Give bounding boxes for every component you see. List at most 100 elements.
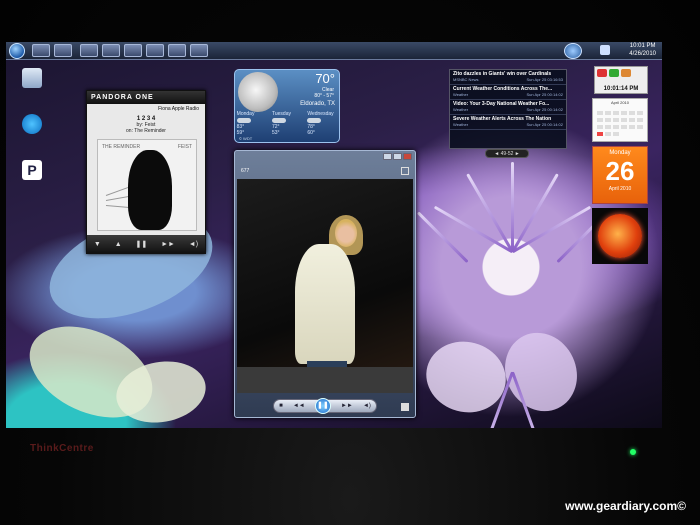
feed-headlines-gadget: Zito dazzles in Giants' win over Cardina… [449,69,567,149]
news-item[interactable]: Zito dazzles in Giants' win over Cardina… [450,70,566,85]
fullscreen-icon[interactable] [401,403,409,411]
news-item[interactable]: Severe Weather Alerts Across The Nation … [450,115,566,130]
previous-icon[interactable]: ◄◄ [293,403,305,409]
quicklaunch-explorer-icon[interactable] [54,44,72,57]
wallpaper-spike [511,173,559,253]
cloud-icon [307,118,322,123]
calendar-cell[interactable] [621,125,627,129]
network-globe-icon[interactable] [564,43,582,59]
moon-icon [238,72,278,112]
next-icon[interactable]: ►► [341,403,353,409]
calendar-cell-today[interactable] [597,132,603,136]
tray-clock[interactable]: 10:01 PM 4/26/2010 [629,42,656,58]
start-button[interactable] [9,43,25,59]
calendar-cell[interactable] [629,125,635,129]
calendar-gadget[interactable]: Monday 26 April 2010 [592,146,648,204]
calendar-cell[interactable] [629,118,635,122]
cloud-icon [236,118,251,123]
volume-icon[interactable]: ◄) [189,241,198,248]
volume-icon[interactable] [600,45,610,55]
calendar-cell[interactable] [637,125,643,129]
thumbs-up-icon[interactable]: ▲ [115,241,122,248]
taskbar-window-button[interactable] [124,44,142,57]
taskbar-window-button[interactable] [168,44,186,57]
taskbar-window-button[interactable] [146,44,164,57]
restart-icon[interactable] [609,69,619,77]
weather-gadget[interactable]: 70° Clear 80° - 57° Eldorado, TX Monday … [234,69,340,143]
tray-date: 4/26/2010 [629,51,656,57]
news-pager[interactable]: ◄ 49-52 ► [485,149,529,158]
mini-calendar-month: April 2010 [610,100,629,105]
taskbar-window-button[interactable] [80,44,98,57]
thumbs-down-icon[interactable]: ▼ [94,241,101,248]
logoff-icon[interactable] [621,69,631,77]
photo-subject-face [335,219,357,247]
wallpaper-spike [416,211,469,264]
news-item[interactable]: Video: Your 3-Day National Weather Fo...… [450,100,566,115]
forecast-lo: 53° [271,130,280,136]
weather-hi-lo: 80° - 57° [314,93,334,99]
calendar-cell[interactable] [605,118,611,122]
sun-gadget[interactable] [592,208,648,264]
calendar-cell[interactable] [629,111,635,115]
calendar-cell[interactable] [613,118,619,122]
clock-gadget[interactable]: 10:01:14 PM [594,66,648,94]
calendar-cell[interactable] [605,125,611,129]
viewer-controls: ■ ◄◄ ❚❚ ►► ◄) [273,398,377,414]
photo-counter: 677 [241,168,250,174]
window-controls [383,153,412,160]
watermark: www.geardiary.com© [565,499,686,513]
monitor-brand-logo: ThinkCentre [30,443,94,454]
album-cover-title: THE REMINDER [102,144,141,150]
calendar-cell[interactable] [597,125,603,129]
clock-time: 10:01:14 PM [603,86,639,92]
calendar-cell[interactable] [597,111,603,115]
desktop: 10:01 PM 4/26/2010 P PANDORA ONE Fiona A… [6,42,662,428]
desktop-icon-pandora[interactable]: P [12,160,52,182]
calendar-cell[interactable] [597,118,603,122]
calendar-cell[interactable] [605,111,611,115]
news-time: Sun Apr 25 00:14:02 [526,92,563,97]
pager-range: 49-52 [500,151,514,157]
volume-icon[interactable]: ◄) [363,403,371,409]
calendar-cell[interactable] [621,118,627,122]
taskbar: 10:01 PM 4/26/2010 [6,42,662,60]
pause-icon[interactable]: ❚❚ [135,240,147,248]
stop-icon[interactable]: ■ [279,403,283,409]
cloud-icon [271,118,286,123]
pandora-station[interactable]: Fiona Apple Radio [87,104,205,112]
calendar-cell[interactable] [605,132,611,136]
pandora-album: on: The Reminder [126,128,166,134]
maximize-button[interactable] [393,153,402,160]
forecast-day-name: Tuesday [271,111,291,117]
forecast-day-name: Wednesday [307,111,334,117]
news-time: Sun Apr 25 00:14:02 [526,107,563,112]
taskbar-window-button[interactable] [102,44,120,57]
desktop-icon-recycle-bin[interactable] [12,68,52,90]
news-source: Weather [453,122,469,127]
recycle-bin-icon [22,68,42,88]
play-pause-button[interactable]: ❚❚ [314,398,331,414]
power-icon[interactable] [597,69,607,77]
mini-calendar[interactable]: April 2010 [592,98,648,142]
minimize-button[interactable] [383,153,392,160]
calendar-cell[interactable] [637,118,643,122]
photo [237,179,413,393]
news-meta: Weather Sun Apr 25 00:14:02 [453,92,563,97]
calendar-cell[interactable] [621,111,627,115]
desktop-icon-skype[interactable] [12,114,52,136]
pager-next-icon[interactable]: ► [513,151,520,157]
calendar-cell[interactable] [637,111,643,115]
calendar-cell[interactable] [613,132,619,136]
skip-icon[interactable]: ►► [161,241,175,248]
news-meta: Weather Sun Apr 25 00:14:02 [453,122,563,127]
calendar-cell[interactable] [613,111,619,115]
quicklaunch-desktop-icon[interactable] [32,44,50,57]
calendar-cell[interactable] [613,125,619,129]
grid-view-icon[interactable] [401,167,409,175]
power-led [630,449,636,455]
taskbar-window-button[interactable] [190,44,208,57]
news-time: Sun Apr 25 03:16:53 [526,77,563,82]
close-button[interactable] [403,153,412,160]
news-item[interactable]: Current Weather Conditions Across The...… [450,85,566,100]
